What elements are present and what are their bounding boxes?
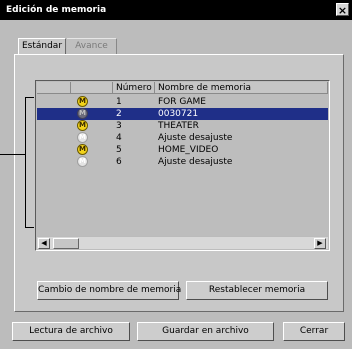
memory-m-icon: M xyxy=(77,156,88,167)
list-row-3[interactable]: M 3 THEATER xyxy=(37,120,328,132)
memory-m-icon: M xyxy=(77,144,88,155)
column-header-icon[interactable] xyxy=(37,82,71,94)
list-row-6[interactable]: M 6 Ajuste desajuste xyxy=(37,156,328,168)
column-header-name-label: Nombre de memoria xyxy=(158,83,252,93)
row-number: 6 xyxy=(116,157,122,167)
reset-memory-button[interactable]: Restablecer memoria xyxy=(186,281,328,300)
callout-bracket xyxy=(25,97,34,228)
row-name: Ajuste desajuste xyxy=(158,133,233,143)
close-button[interactable]: Cerrar xyxy=(283,322,345,341)
tab-label: Estándar xyxy=(21,41,63,51)
rename-memory-label: Cambio de nombre de memoria xyxy=(38,285,182,295)
scroll-thumb[interactable] xyxy=(53,238,79,249)
scroll-left-button[interactable]: ◀ xyxy=(38,238,50,249)
row-number: 1 xyxy=(116,97,122,107)
tab-label: Avance xyxy=(75,41,108,51)
row-number: 3 xyxy=(116,121,122,131)
memory-m-icon: M xyxy=(77,132,88,143)
row-number: 2 xyxy=(116,109,122,119)
row-name: 0030721 xyxy=(158,109,199,119)
row-name: HOME_VIDEO xyxy=(158,145,219,155)
column-header-number-label: Número xyxy=(116,83,152,93)
memory-m-icon: M xyxy=(77,108,88,119)
memory-m-icon: M xyxy=(77,120,88,131)
read-file-button[interactable]: Lectura de archivo xyxy=(12,322,130,341)
save-file-label: Guardar en archivo xyxy=(162,326,249,336)
column-header-number[interactable]: Número xyxy=(113,82,155,94)
arrow-right-icon: ▶ xyxy=(317,239,323,247)
list-row-1[interactable]: M 1 FOR GAME xyxy=(37,96,328,108)
tab-avance[interactable]: Avance xyxy=(67,38,117,54)
horizontal-scrollbar[interactable]: ◀ ▶ xyxy=(37,236,328,249)
row-number: 5 xyxy=(116,145,122,155)
arrow-left-icon: ◀ xyxy=(41,239,47,247)
close-label: Cerrar xyxy=(299,326,329,336)
memory-m-icon: M xyxy=(77,96,88,107)
reset-memory-label: Restablecer memoria xyxy=(208,285,306,295)
row-name: Ajuste desajuste xyxy=(158,157,233,167)
close-icon: × xyxy=(337,4,348,17)
column-header-name[interactable]: Nombre de memoria xyxy=(155,82,328,94)
list-row-2[interactable]: M 2 0030721 xyxy=(37,108,328,120)
column-header-state[interactable] xyxy=(71,82,113,94)
rename-memory-button[interactable]: Cambio de nombre de memoria xyxy=(37,281,182,300)
read-file-label: Lectura de archivo xyxy=(29,326,113,336)
scroll-right-button[interactable]: ▶ xyxy=(314,238,326,249)
row-name: FOR GAME xyxy=(158,97,206,107)
row-number: 4 xyxy=(116,133,122,143)
list-row-5[interactable]: M 5 HOME_VIDEO xyxy=(37,144,328,156)
title-bar: Edición de memoria × xyxy=(0,0,352,20)
row-name: THEATER xyxy=(158,121,199,131)
close-window-button[interactable]: × xyxy=(336,3,349,17)
callout-leader-line xyxy=(0,154,25,155)
save-file-button[interactable]: Guardar en archivo xyxy=(137,322,274,341)
list-row-4[interactable]: M 4 Ajuste desajuste xyxy=(37,132,328,144)
tab-estandar[interactable]: Estándar xyxy=(18,38,66,54)
window-title: Edición de memoria xyxy=(6,5,107,15)
